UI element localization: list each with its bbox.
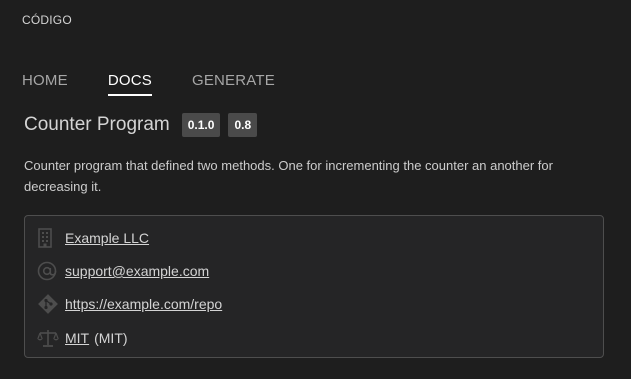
program-header: Counter Program 0.1.0 0.8	[24, 113, 265, 137]
license-identifier: (MIT)	[94, 330, 128, 346]
tab-docs[interactable]: DOCS	[107, 72, 152, 96]
at-sign-icon	[37, 261, 59, 281]
organization-link[interactable]: Example LLC	[65, 230, 149, 246]
repository-row: https://example.com/repo	[37, 294, 222, 314]
program-title: Counter Program	[24, 114, 170, 135]
version-badge: 0.1.0	[181, 113, 221, 137]
program-description: Counter program that defined two methods…	[24, 158, 553, 194]
building-icon	[37, 228, 59, 248]
email-link[interactable]: support@example.com	[65, 263, 209, 279]
tab-home[interactable]: HOME	[22, 72, 68, 96]
repository-link[interactable]: https://example.com/repo	[65, 296, 222, 312]
license-row: MIT (MIT)	[37, 328, 128, 348]
email-row: support@example.com	[37, 261, 209, 281]
program-info-panel: Example LLC support@example.com https://…	[24, 215, 604, 358]
git-icon	[37, 294, 59, 314]
app-window: CÓDIGO HOME DOCS GENERATE Counter Progra…	[0, 0, 631, 379]
license-link[interactable]: MIT	[65, 330, 89, 346]
app-title: CÓDIGO	[22, 13, 72, 27]
scales-icon	[37, 328, 59, 348]
tab-bar: HOME DOCS GENERATE	[22, 72, 315, 96]
tab-generate[interactable]: GENERATE	[192, 72, 275, 96]
idl-version-badge: 0.8	[228, 113, 258, 137]
organization-row: Example LLC	[37, 228, 149, 248]
